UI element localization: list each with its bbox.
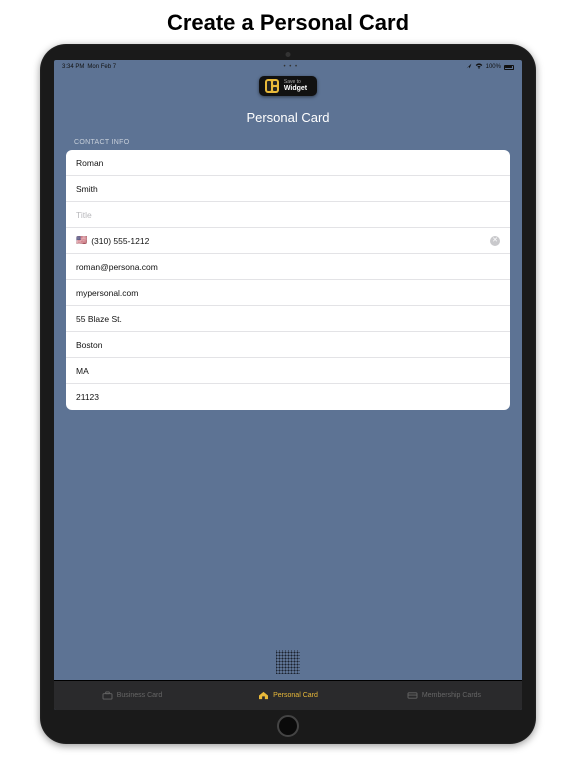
status-bar: 3:34 PM Mon Feb 7 • • • 100% bbox=[54, 60, 522, 74]
marketing-headline: Create a Personal Card bbox=[0, 0, 576, 44]
ipad-home-button[interactable] bbox=[277, 715, 299, 737]
tab-business-label: Business Card bbox=[117, 692, 163, 699]
widget-app-icon bbox=[265, 79, 279, 93]
last-name-field[interactable]: Smith bbox=[66, 176, 510, 202]
home-icon bbox=[258, 691, 269, 700]
zip-value: 21123 bbox=[76, 392, 99, 402]
battery-percent: 100% bbox=[486, 64, 501, 70]
clear-phone-button[interactable]: ✕ bbox=[490, 236, 500, 246]
widget-button-title: Widget bbox=[284, 85, 307, 92]
phone-field[interactable]: 🇺🇸 (310) 555-1212 ✕ bbox=[66, 228, 510, 254]
ipad-device-frame: 3:34 PM Mon Feb 7 • • • 100% bbox=[40, 44, 536, 744]
first-name-field[interactable]: Roman bbox=[66, 150, 510, 176]
state-field[interactable]: MA bbox=[66, 358, 510, 384]
state-value: MA bbox=[76, 366, 89, 376]
multitask-dots[interactable]: • • • bbox=[284, 64, 299, 70]
website-field[interactable]: mypersonal.com bbox=[66, 280, 510, 306]
country-flag-icon[interactable]: 🇺🇸 bbox=[76, 235, 87, 246]
briefcase-icon bbox=[102, 691, 113, 700]
last-name-value: Smith bbox=[76, 184, 98, 194]
app-screen: 3:34 PM Mon Feb 7 • • • 100% bbox=[54, 60, 522, 710]
email-field[interactable]: roman@persona.com bbox=[66, 254, 510, 280]
street-value: 55 Blaze St. bbox=[76, 314, 122, 324]
page-title: Personal Card bbox=[54, 110, 522, 125]
save-to-widget-button[interactable]: Save to Widget bbox=[259, 76, 317, 96]
contact-form-card: Roman Smith Title 🇺🇸 (310) 555-1212 ✕ ro… bbox=[66, 150, 510, 410]
website-value: mypersonal.com bbox=[76, 288, 138, 298]
location-icon bbox=[466, 63, 472, 71]
battery-icon bbox=[504, 65, 514, 70]
status-time: 3:34 PM bbox=[62, 64, 84, 70]
email-value: roman@persona.com bbox=[76, 262, 158, 272]
camera-dot bbox=[286, 52, 291, 57]
tab-personal-card[interactable]: Personal Card bbox=[210, 681, 366, 710]
tab-membership-label: Membership Cards bbox=[422, 692, 481, 699]
tab-membership-cards[interactable]: Membership Cards bbox=[366, 681, 522, 710]
content-spacer bbox=[54, 410, 522, 680]
phone-value: (310) 555-1212 bbox=[91, 236, 149, 246]
status-date: Mon Feb 7 bbox=[87, 64, 116, 70]
city-value: Boston bbox=[76, 340, 102, 350]
qr-code-icon[interactable] bbox=[276, 650, 300, 674]
card-icon bbox=[407, 691, 418, 700]
section-header-contact-info: CONTACT INFO bbox=[54, 139, 522, 150]
street-field[interactable]: 55 Blaze St. bbox=[66, 306, 510, 332]
tab-business-card[interactable]: Business Card bbox=[54, 681, 210, 710]
title-placeholder: Title bbox=[76, 210, 92, 220]
first-name-value: Roman bbox=[76, 158, 103, 168]
wifi-icon bbox=[475, 63, 483, 71]
tab-bar: Business Card Personal Card Membership C… bbox=[54, 680, 522, 710]
zip-field[interactable]: 21123 bbox=[66, 384, 510, 410]
tab-personal-label: Personal Card bbox=[273, 692, 318, 699]
city-field[interactable]: Boston bbox=[66, 332, 510, 358]
title-field[interactable]: Title bbox=[66, 202, 510, 228]
